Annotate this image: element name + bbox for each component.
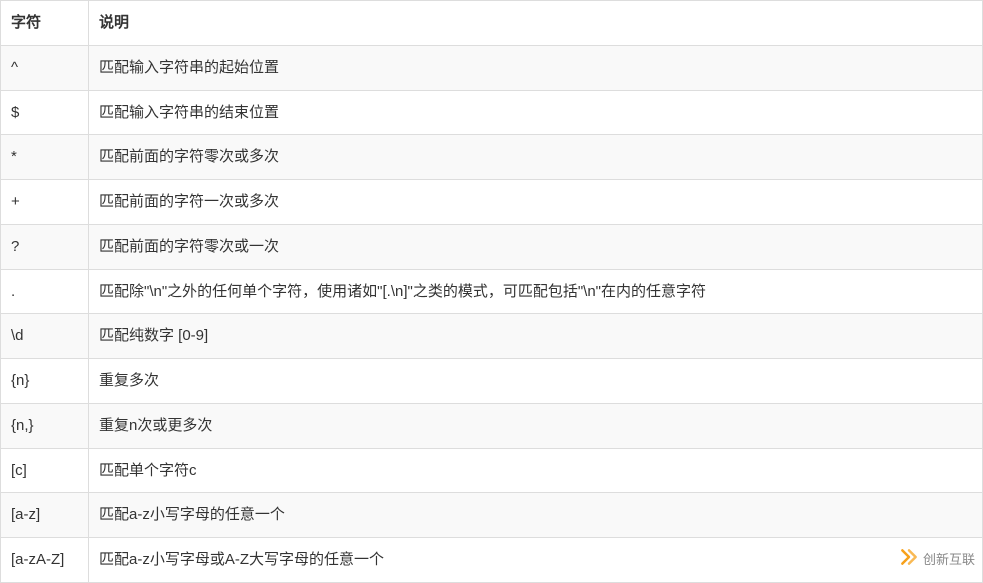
table-row: . 匹配除"\n"之外的任何单个字符，使用诸如"[.\n]"之类的模式，可匹配包… (1, 269, 983, 314)
cell-desc: 匹配输入字符串的结束位置 (89, 90, 983, 135)
header-char: 字符 (1, 1, 89, 46)
cell-desc: 匹配前面的字符零次或一次 (89, 224, 983, 269)
cell-char: [a-z] (1, 493, 89, 538)
cell-desc: 匹配前面的字符零次或多次 (89, 135, 983, 180)
cell-char: \d (1, 314, 89, 359)
table-header-row: 字符 说明 (1, 1, 983, 46)
table-row: * 匹配前面的字符零次或多次 (1, 135, 983, 180)
cell-char: * (1, 135, 89, 180)
table-row: ^ 匹配输入字符串的起始位置 (1, 45, 983, 90)
cell-desc: 重复多次 (89, 359, 983, 404)
cell-char: {n} (1, 359, 89, 404)
table-row: [a-z] 匹配a-z小写字母的任意一个 (1, 493, 983, 538)
cell-desc: 匹配单个字符c (89, 448, 983, 493)
cell-char: {n,} (1, 403, 89, 448)
cell-desc: 匹配前面的字符一次或多次 (89, 180, 983, 225)
cell-char: ^ (1, 45, 89, 90)
table-row: ? 匹配前面的字符零次或一次 (1, 224, 983, 269)
table-row: {n,} 重复n次或更多次 (1, 403, 983, 448)
cell-char: [c] (1, 448, 89, 493)
cell-desc: 重复n次或更多次 (89, 403, 983, 448)
cell-desc: 匹配纯数字 [0-9] (89, 314, 983, 359)
regex-table: 字符 说明 ^ 匹配输入字符串的起始位置 $ 匹配输入字符串的结束位置 * 匹配… (0, 0, 983, 583)
table-row: \d 匹配纯数字 [0-9] (1, 314, 983, 359)
cell-char: $ (1, 90, 89, 135)
cell-desc: 匹配输入字符串的起始位置 (89, 45, 983, 90)
table-row: + 匹配前面的字符一次或多次 (1, 180, 983, 225)
cell-desc: 匹配a-z小写字母的任意一个 (89, 493, 983, 538)
cell-char: . (1, 269, 89, 314)
cell-desc: 匹配除"\n"之外的任何单个字符，使用诸如"[.\n]"之类的模式，可匹配包括"… (89, 269, 983, 314)
table-row: [c] 匹配单个字符c (1, 448, 983, 493)
table-body: ^ 匹配输入字符串的起始位置 $ 匹配输入字符串的结束位置 * 匹配前面的字符零… (1, 45, 983, 582)
table-row: $ 匹配输入字符串的结束位置 (1, 90, 983, 135)
table-row: {n} 重复多次 (1, 359, 983, 404)
cell-char: ? (1, 224, 89, 269)
header-desc: 说明 (89, 1, 983, 46)
cell-char: + (1, 180, 89, 225)
